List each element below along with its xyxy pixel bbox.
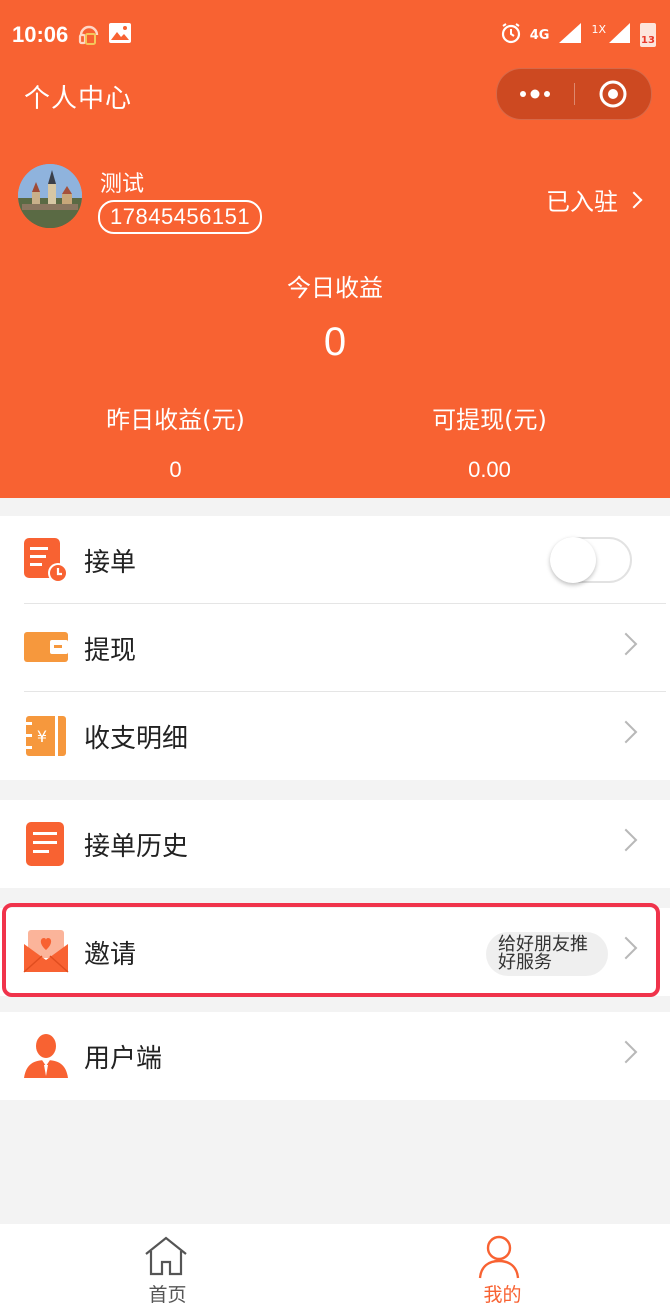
- withdraw-label: 提现: [84, 635, 137, 666]
- chevron-right-icon: [614, 720, 638, 744]
- accept-orders-toggle[interactable]: [550, 537, 632, 583]
- svg-text:¥: ¥: [37, 727, 47, 746]
- tab-mine[interactable]: 我的: [335, 1224, 670, 1314]
- menu-row-accept-orders: 接单: [0, 516, 670, 604]
- title-bar: 个人中心: [0, 64, 670, 124]
- accept-orders-label: 接单: [84, 547, 137, 578]
- sim-label: 1X: [591, 22, 606, 36]
- avatar[interactable]: [18, 164, 82, 228]
- alarm-icon: [500, 22, 522, 48]
- chevron-right-icon: [614, 632, 638, 656]
- tab-mine-label: 我的: [483, 1284, 522, 1306]
- tab-home[interactable]: 首页: [0, 1224, 335, 1314]
- yesterday-earnings-label: 昨日收益(元): [106, 406, 245, 434]
- home-icon: [142, 1232, 190, 1280]
- chevron-right-icon: [614, 936, 638, 960]
- mini-program-capsule: [496, 68, 652, 120]
- chevron-right-icon: [614, 1040, 638, 1064]
- withdrawable-value: 0.00: [468, 457, 511, 482]
- signal-icon: [557, 22, 583, 48]
- menu-card-invite: 邀请 给好朋友推好服务: [0, 908, 670, 996]
- invite-label: 邀请: [84, 939, 137, 970]
- page-title: 个人中心: [24, 84, 133, 114]
- order-clock-icon: [22, 536, 70, 584]
- chevron-right-icon: [625, 191, 643, 208]
- bottom-tab-bar: 首页 我的: [0, 1224, 670, 1314]
- today-earnings-value: 0: [323, 320, 347, 364]
- menu-card-primary: 接单 提现 ¥ 收支明细: [0, 516, 670, 780]
- circle-target-icon[interactable]: [575, 69, 651, 119]
- income-details-label: 收支明细: [84, 723, 189, 754]
- order-history-label: 接单历史: [84, 831, 189, 862]
- document-list-icon: [22, 820, 70, 868]
- person-suit-icon: [22, 1032, 70, 1080]
- user-icon: [475, 1232, 523, 1280]
- menu-card-user-side: 用户端: [0, 1012, 670, 1100]
- menu-row-withdraw[interactable]: 提现: [0, 604, 670, 692]
- envelope-heart-icon: [22, 928, 70, 976]
- tab-home-label: 首页: [148, 1284, 187, 1306]
- header-banner: 10:06 4G 1X 13 个人中心 测试 17845456151 已入驻 今…: [0, 0, 670, 498]
- chevron-right-icon: [614, 828, 638, 852]
- today-earnings-label: 今日收益: [287, 274, 383, 302]
- menu-row-income-details[interactable]: ¥ 收支明细: [0, 692, 670, 780]
- phone-badge: 17845456151: [98, 200, 263, 234]
- invite-hint-pill: 给好朋友推好服务: [486, 932, 608, 976]
- yesterday-earnings: 昨日收益(元) 0: [8, 400, 343, 483]
- headset-icon: [78, 22, 100, 50]
- menu-row-user-side[interactable]: 用户端: [0, 1012, 670, 1100]
- menu-row-invite[interactable]: 邀请 给好朋友推好服务: [0, 908, 670, 996]
- status-time: 10:06: [12, 22, 69, 47]
- yesterday-earnings-value: 0: [169, 457, 182, 482]
- username: 测试: [100, 172, 145, 197]
- status-bar: 10:06 4G 1X 13: [0, 0, 670, 72]
- profile-section: 测试 17845456151 已入驻: [0, 160, 670, 240]
- battery-level-label: 13: [641, 35, 655, 46]
- withdrawable-label: 可提现(元): [432, 406, 547, 434]
- settled-link[interactable]: 已入驻: [546, 182, 643, 217]
- wallet-icon: [22, 624, 70, 672]
- more-dots-icon[interactable]: [497, 69, 573, 119]
- menu-row-order-history[interactable]: 接单历史: [0, 800, 670, 888]
- withdrawable-amount[interactable]: 可提现(元) 0.00: [322, 400, 657, 483]
- image-icon: [108, 22, 132, 50]
- menu-card-history: 接单历史: [0, 800, 670, 888]
- network-type-label: 4G: [529, 27, 550, 43]
- battery-icon: 13: [640, 23, 656, 47]
- signal-icon-2: [608, 22, 632, 48]
- user-side-label: 用户端: [84, 1043, 163, 1074]
- toggle-knob: [550, 537, 596, 583]
- settled-label: 已入驻: [546, 188, 618, 216]
- ledger-icon: ¥: [22, 712, 70, 760]
